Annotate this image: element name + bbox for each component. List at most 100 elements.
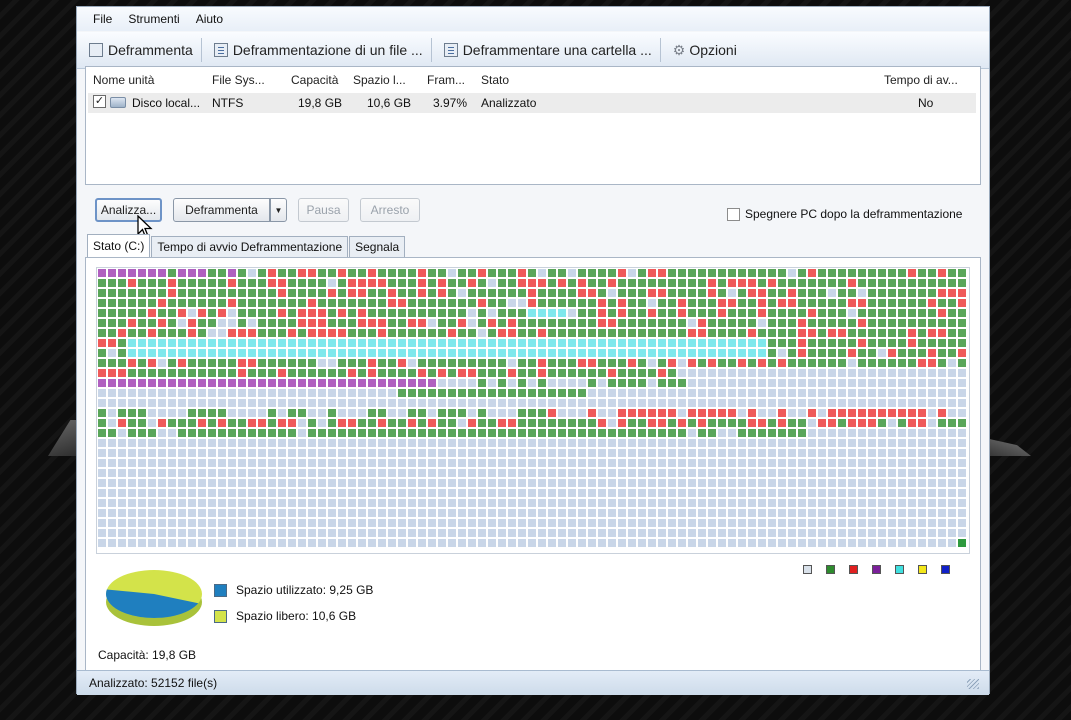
tab-boot-defrag[interactable]: Tempo di avvio Deframmentazione	[151, 236, 349, 257]
shutdown-checkbox[interactable]	[727, 207, 740, 221]
cluster-block	[528, 409, 536, 417]
cluster-block	[408, 429, 416, 437]
cluster-block	[368, 359, 376, 367]
cluster-block	[798, 439, 806, 447]
cluster-block	[298, 469, 306, 477]
menu-tools[interactable]: Strumenti	[122, 12, 189, 26]
cluster-block	[138, 469, 146, 477]
cluster-block	[398, 419, 406, 427]
cluster-block	[538, 499, 546, 507]
cluster-block	[308, 399, 316, 407]
cluster-block	[628, 429, 636, 437]
drive-row[interactable]: ✓ Disco local... NTFS 19,8 GB 10,6 GB 3.…	[88, 93, 976, 113]
cluster-block	[688, 479, 696, 487]
cluster-block	[708, 449, 716, 457]
cluster-block	[498, 499, 506, 507]
cluster-block	[338, 409, 346, 417]
cluster-block	[738, 289, 746, 297]
cluster-block	[198, 299, 206, 307]
cluster-block	[868, 389, 876, 397]
cluster-block	[868, 429, 876, 437]
cluster-block	[358, 419, 366, 427]
cluster-block	[98, 429, 106, 437]
cluster-block	[188, 359, 196, 367]
cluster-block	[748, 359, 756, 367]
cluster-block	[208, 349, 216, 357]
drive-name: Disco local...	[132, 96, 201, 110]
cluster-block	[898, 489, 906, 497]
col-boot-time[interactable]: Tempo di av...	[884, 73, 958, 87]
cluster-block	[878, 289, 886, 297]
cluster-block	[668, 349, 676, 357]
menu-file[interactable]: File	[77, 12, 122, 26]
cluster-block	[338, 499, 346, 507]
cluster-block	[458, 369, 466, 377]
cluster-block	[768, 289, 776, 297]
cluster-block	[558, 329, 566, 337]
cluster-block	[948, 459, 956, 467]
col-fragmentation[interactable]: Fram...	[427, 73, 465, 87]
col-drive-name[interactable]: Nome unità	[93, 73, 154, 87]
cluster-block	[218, 489, 226, 497]
cluster-block	[378, 359, 386, 367]
cluster-block	[628, 469, 636, 477]
cluster-block	[148, 529, 156, 537]
cluster-block	[168, 469, 176, 477]
cluster-block	[288, 429, 296, 437]
cluster-block	[548, 479, 556, 487]
cluster-block	[608, 469, 616, 477]
cluster-block	[218, 349, 226, 357]
cluster-block	[628, 499, 636, 507]
cluster-block	[918, 329, 926, 337]
cluster-block	[518, 419, 526, 427]
tab-status[interactable]: Stato (C:)	[87, 234, 151, 257]
defrag-dropdown-button[interactable]: ▼	[270, 198, 287, 222]
cluster-block	[698, 289, 706, 297]
cluster-block	[408, 409, 416, 417]
tab-report[interactable]: Segnala	[349, 236, 406, 257]
defrag-folder-button[interactable]: Deframmentare una cartella ...	[432, 35, 660, 65]
cluster-block	[558, 539, 566, 547]
shutdown-option[interactable]: Spegnere PC dopo la deframmentazione	[727, 207, 962, 221]
cluster-block	[598, 499, 606, 507]
resize-grip-icon[interactable]	[967, 679, 979, 689]
cluster-block	[768, 509, 776, 517]
cluster-block	[518, 309, 526, 317]
cluster-block	[358, 409, 366, 417]
defrag-button[interactable]: Deframmenta	[173, 198, 270, 222]
cluster-block	[628, 329, 636, 337]
col-capacity[interactable]: Capacità	[291, 73, 338, 87]
defrag-file-button[interactable]: Deframmentazione di un file ...	[202, 35, 431, 65]
cluster-block	[188, 369, 196, 377]
cluster-block	[848, 459, 856, 467]
cluster-block	[448, 489, 456, 497]
cluster-block	[248, 519, 256, 527]
col-status[interactable]: Stato	[481, 73, 509, 87]
cluster-block	[538, 439, 546, 447]
cluster-block	[668, 329, 676, 337]
col-file-system[interactable]: File Sys...	[212, 73, 265, 87]
cluster-block	[138, 439, 146, 447]
defrag-toolbar-button[interactable]: Deframmenta	[77, 35, 201, 65]
cluster-block	[828, 369, 836, 377]
cluster-block	[328, 519, 336, 527]
cluster-block	[198, 319, 206, 327]
drive-checkbox[interactable]: ✓	[93, 95, 106, 108]
pause-button[interactable]: Pausa	[298, 198, 349, 222]
cluster-block	[408, 509, 416, 517]
cluster-block	[668, 509, 676, 517]
cluster-block	[388, 329, 396, 337]
cluster-block	[208, 469, 216, 477]
cluster-block	[278, 349, 286, 357]
stop-button[interactable]: Arresto	[360, 198, 420, 222]
cluster-block	[678, 539, 686, 547]
cluster-block	[798, 389, 806, 397]
cluster-block	[348, 339, 356, 347]
cluster-block	[538, 299, 546, 307]
cluster-block	[878, 389, 886, 397]
cluster-block	[718, 329, 726, 337]
options-button[interactable]: ⚙ Opzioni	[661, 35, 745, 65]
options-label: Opzioni	[689, 42, 737, 58]
col-free-space[interactable]: Spazio l...	[353, 73, 406, 87]
menu-help[interactable]: Aiuto	[190, 12, 233, 26]
